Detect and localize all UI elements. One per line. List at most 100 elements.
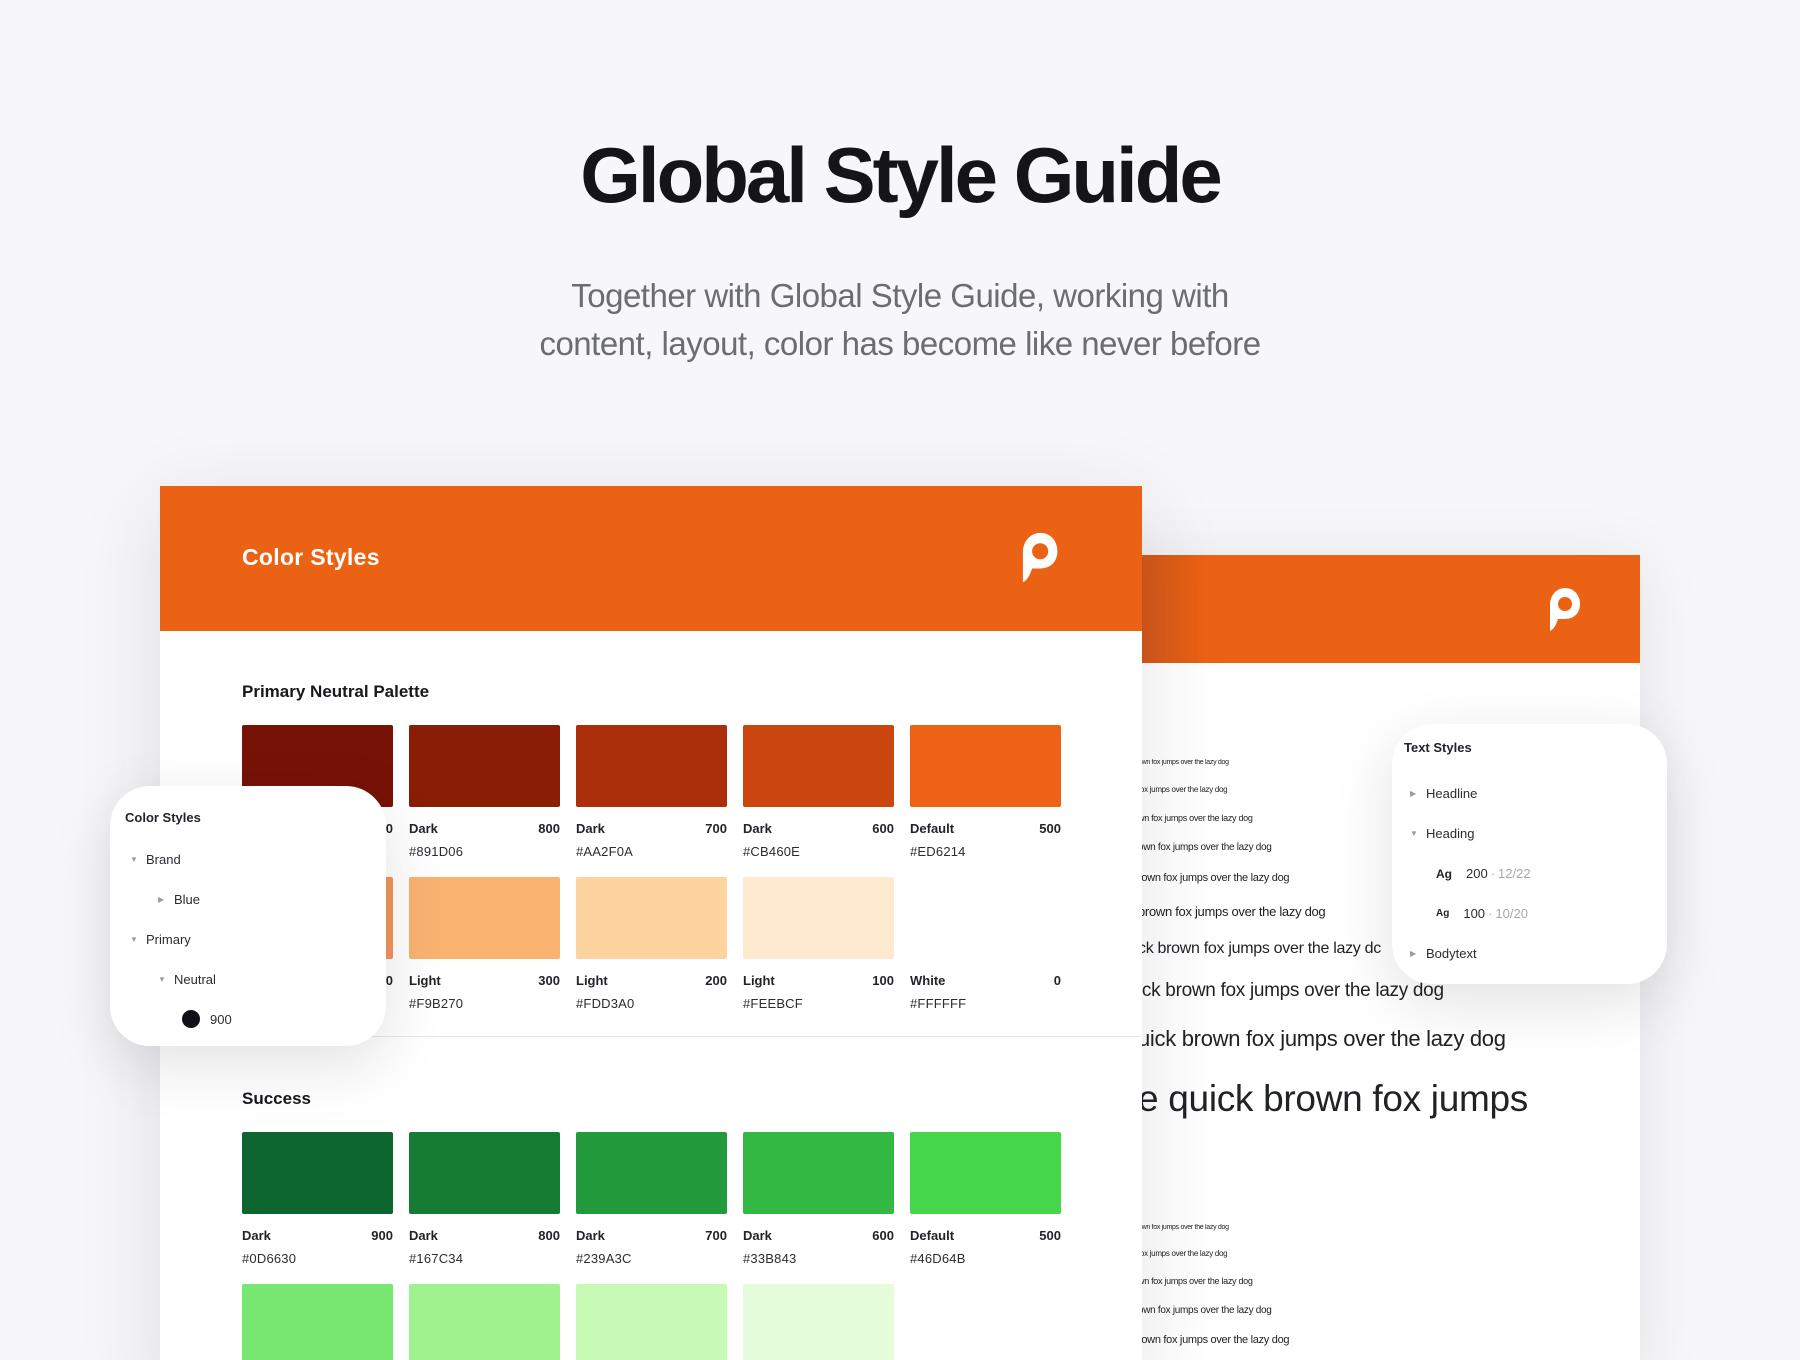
- swatch-meta: White 0: [910, 973, 1061, 988]
- color-swatch[interactable]: Dark 700 #239A3C: [576, 1132, 727, 1266]
- color-swatch[interactable]: Dark 700 #AA2F0A: [576, 725, 727, 859]
- tree-item-neutral[interactable]: ▼ Neutral: [158, 972, 216, 987]
- swatch-meta: Dark 800: [409, 821, 560, 836]
- swatch-meta: Dark 900: [242, 1228, 393, 1243]
- swatch-meta: Light 300: [409, 973, 560, 988]
- caret-down-icon: ▼: [130, 935, 138, 944]
- text-sample: own fox jumps over the lazy dog: [1138, 1224, 1229, 1231]
- swatch-weight: 500: [1039, 1228, 1061, 1243]
- swatch-hex: #0D6630: [242, 1251, 297, 1266]
- swatch-label: Light: [743, 973, 775, 988]
- swatch-hex: #46D64B: [910, 1251, 966, 1266]
- tree-item-label: Brand: [146, 852, 181, 867]
- text-styles-panel: Text Styles ▶ Headline ▼ Heading Ag 200 …: [1392, 724, 1667, 984]
- swatch-label: Light: [409, 973, 441, 988]
- swatch-label: White: [910, 973, 946, 988]
- swatch-label: Dark: [409, 821, 438, 836]
- tree-item-primary[interactable]: ▼ Primary: [130, 932, 191, 947]
- color-dot: [182, 1010, 200, 1028]
- text-sample: ck brown fox jumps over the lazy dc: [1138, 940, 1381, 957]
- swatch-label: Dark: [576, 1228, 605, 1243]
- swatch-hex: #FDD3A0: [576, 996, 635, 1011]
- caret-right-icon: ▶: [1410, 949, 1417, 958]
- ag-glyph: Ag: [1436, 866, 1452, 881]
- caret-down-icon: ▼: [130, 855, 138, 864]
- swatch-label: Dark: [743, 1228, 772, 1243]
- swatch-meta: Default 500: [910, 1228, 1061, 1243]
- caret-right-icon: ▶: [158, 895, 165, 904]
- separator-dot: ·: [1490, 866, 1496, 881]
- swatch-color-block: [576, 877, 727, 959]
- tree-item-headline[interactable]: ▶ Headline: [1410, 786, 1477, 801]
- ag-glyph: Ag: [1436, 908, 1450, 919]
- page-title: Global Style Guide: [580, 131, 1222, 219]
- swatch-meta: Dark 800: [409, 1228, 560, 1243]
- swatch-meta: Dark 600: [743, 821, 894, 836]
- swatch-color-block: [576, 1132, 727, 1214]
- tree-item-900[interactable]: 900: [182, 1010, 232, 1028]
- text-style-100[interactable]: Ag 100 · 10/20: [1436, 906, 1528, 921]
- swatch-label: Light: [576, 973, 608, 988]
- tree-item-bodytext[interactable]: ▶ Bodytext: [1410, 946, 1477, 961]
- color-swatch[interactable]: Dark 800 #167C34: [409, 1132, 560, 1266]
- swatch-color-block: [743, 725, 894, 807]
- text-sample: fox jumps over the lazy dog: [1138, 785, 1228, 794]
- color-swatch[interactable]: Light 100 #FEEBCF: [743, 877, 894, 1011]
- success-palette-title: Success: [242, 1089, 311, 1108]
- text-style-line-height: 12/22: [1498, 866, 1531, 881]
- tree-item-heading[interactable]: ▼ Heading: [1410, 826, 1474, 841]
- color-swatch[interactable]: Dark 800 #891D06: [409, 725, 560, 859]
- swatch-meta: Light 200: [576, 973, 727, 988]
- text-sample: fox jumps over the lazy dog: [1138, 1249, 1228, 1258]
- text-sample: rown fox jumps over the lazy dog: [1138, 1334, 1290, 1346]
- tree-item-label: Blue: [174, 892, 201, 907]
- text-sample: rown fox jumps over the lazy dog: [1138, 872, 1290, 884]
- color-swatch[interactable]: [242, 1284, 393, 1360]
- color-swatch[interactable]: Light 300 #F9B270: [409, 877, 560, 1011]
- page-subtitle: Together with Global Style Guide, workin…: [0, 272, 1800, 368]
- color-swatch[interactable]: Dark 900 #0D6630: [242, 1132, 393, 1266]
- text-sample: e quick brown fox jumps: [1138, 1078, 1529, 1119]
- color-swatch[interactable]: Dark 600 #CB460E: [743, 725, 894, 859]
- tree-item-blue[interactable]: ▶ Blue: [158, 892, 200, 907]
- text-sample: ick brown fox jumps over the lazy dog: [1138, 980, 1444, 1001]
- swatch-weight: 300: [538, 973, 560, 988]
- tree-item-label: Heading: [1426, 826, 1475, 841]
- swatch-color-block: [409, 877, 560, 959]
- separator-dot: ·: [1488, 906, 1493, 921]
- color-swatch[interactable]: [743, 1284, 894, 1360]
- text-sample: wn fox jumps over the lazy dog: [1138, 813, 1253, 823]
- text-sample: wn fox jumps over the lazy dog: [1138, 1276, 1253, 1286]
- color-swatch[interactable]: Light 200 #FDD3A0: [576, 877, 727, 1011]
- color-swatch[interactable]: [409, 1284, 560, 1360]
- swatch-weight: 0: [1053, 973, 1061, 988]
- text-sample: uick brown fox jumps over the lazy dog: [1138, 1026, 1506, 1051]
- color-swatch[interactable]: Dark 600 #33B843: [743, 1132, 894, 1266]
- swatch-weight: 500: [1039, 821, 1061, 836]
- color-swatch[interactable]: [576, 1284, 727, 1360]
- swatch-hex: #AA2F0A: [576, 844, 634, 859]
- text-sample: own fox jumps over the lazy dog: [1138, 1305, 1272, 1316]
- swatch-color-block: [743, 1284, 894, 1360]
- tree-item-brand[interactable]: ▼ Brand: [130, 852, 181, 867]
- swatch-hex: #CB460E: [743, 844, 801, 859]
- color-panel-title: Color Styles: [125, 810, 201, 825]
- color-swatch[interactable]: Default 500 #ED6214: [910, 725, 1061, 859]
- tree-item-label: Neutral: [174, 972, 216, 987]
- swatch-hex: #ED6214: [910, 844, 966, 859]
- swatch-color-block: [910, 725, 1061, 807]
- color-swatch[interactable]: Default 500 #46D64B: [910, 1132, 1061, 1266]
- caret-down-icon: ▼: [158, 975, 166, 984]
- text-style-200[interactable]: Ag 200 · 12/22: [1436, 866, 1531, 881]
- text-style-size: 200: [1466, 866, 1488, 881]
- swatch-meta: Default 500: [910, 821, 1061, 836]
- swatch-label: Dark: [576, 821, 605, 836]
- swatch-weight: 900: [371, 1228, 393, 1243]
- section-divider: [360, 1036, 1142, 1037]
- swatch-color-block: [910, 877, 1061, 959]
- color-swatch[interactable]: White 0 #FFFFFF: [910, 877, 1061, 1011]
- swatch-label: Dark: [743, 821, 772, 836]
- swatch-weight: 200: [705, 973, 727, 988]
- swatch-meta: Light 100: [743, 973, 894, 988]
- text-sample: own fox jumps over the lazy dog: [1138, 759, 1229, 766]
